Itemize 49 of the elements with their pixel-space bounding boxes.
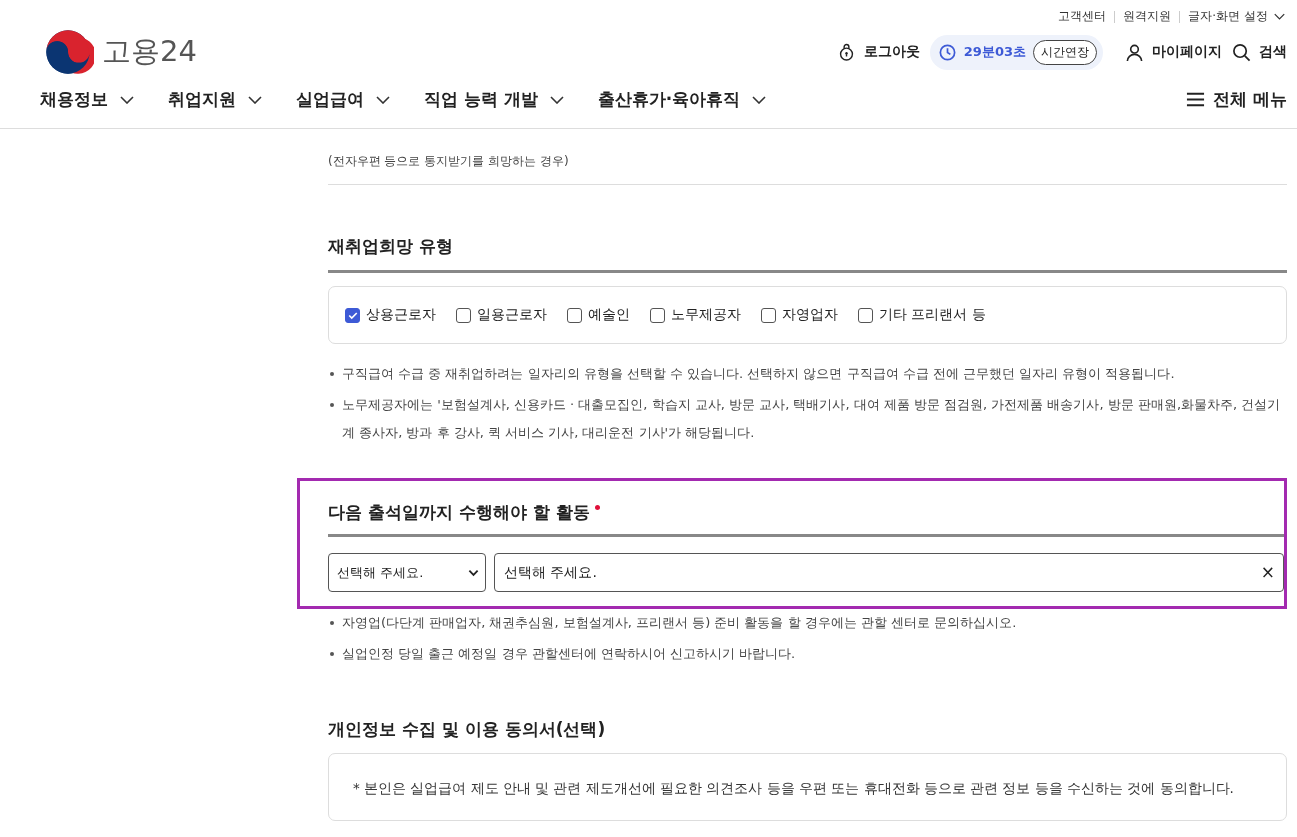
bullet-note: 구직급여 수급 중 재취업하려는 일자리의 유형을 선택할 수 있습니다. 선택하지 않으면 구직급여 수급 전에 근무했던 일자리 유형이 적용됩니다. <box>328 360 1287 388</box>
clock-icon <box>937 42 957 62</box>
nav-menu-item[interactable]: 출산휴가·육아휴직 <box>597 88 767 111</box>
bullet-note: 자영업(다단계 판매업자, 채권추심원, 보험설계사, 프리랜서 등) 준비 활동을 할 경우에는 관할 센터로 문의하십시오. <box>328 609 1287 637</box>
user-icon <box>1125 42 1144 62</box>
nav-menu-item[interactable]: 채용정보 <box>40 88 134 111</box>
nav-menu-item[interactable]: 실업급여 <box>296 88 390 111</box>
checkbox-label[interactable]: 일용근로자 <box>477 306 547 324</box>
section-title: 다음 출석일까지 수행해야 할 활동 <box>328 501 590 524</box>
consent-text: * 본인은 실업급여 제도 안내 및 관련 제도개선에 필요한 의견조사 등을 우편 또는 휴대전화 등으로 관련 정보 등을 수신하는 것에 동의합니다. <box>353 780 1235 798</box>
checkbox[interactable] <box>456 307 471 323</box>
chevron-down-icon <box>752 95 767 104</box>
utility-link[interactable]: 글자·화면 설정 <box>1188 8 1285 25</box>
bullet-note: 노무제공자에는 '보험설계사, 신용카드 · 대출모집인, 학습지 교사, 방문 교사, 택배기사, 대여 제품 방문 점검원, 가전제품 배송기사, 방문 판매원,화물차주, 건설기계 종사자, 방과 후 강사, 퀵 서비스 기사, 대리운전 기사'가 해당됩니다. <box>328 391 1287 447</box>
mypage-button[interactable]: 마이페이지 <box>1125 42 1222 62</box>
activity-select[interactable]: 선택해 주세요. <box>328 553 486 592</box>
checkbox-label[interactable]: 노무제공자 <box>671 306 741 324</box>
checkbox-label[interactable]: 상용근로자 <box>366 306 436 324</box>
search-icon <box>1232 42 1251 62</box>
bullet-note: 실업인정 당일 출근 예정일 경우 관할센터에 연락하시어 신고하시기 바랍니다. <box>328 640 1287 668</box>
utility-link[interactable]: 고객센터 <box>1058 8 1107 25</box>
search-button[interactable]: 검색 <box>1232 42 1287 62</box>
checkbox[interactable] <box>858 307 873 323</box>
checkbox-label[interactable]: 자영업자 <box>782 306 838 324</box>
checkbox[interactable] <box>650 307 665 323</box>
chevron-down-icon <box>549 95 564 104</box>
timer-text: 29분03초 <box>963 43 1026 61</box>
hint-text: (전자우편 등으로 통지받기를 희망하는 경우) <box>328 153 570 170</box>
extend-button[interactable]: 시간연장 <box>1033 39 1097 65</box>
menu-icon <box>1186 90 1206 109</box>
chevron-down-icon <box>248 95 262 104</box>
activity-field[interactable]: 선택해 주세요. × <box>494 553 1284 592</box>
section-title: 개인정보 수집 및 이용 동의서(선택) <box>328 718 607 741</box>
checkbox-label[interactable]: 예술인 <box>588 306 630 324</box>
chevron-down-icon <box>376 95 390 104</box>
nav-menu-item[interactable]: 직업 능력 개발 <box>424 88 564 111</box>
site-logo[interactable]: 고용24 <box>102 32 197 72</box>
chevron-down-icon <box>468 568 479 577</box>
section-title: 재취업희망 유형 <box>328 235 1287 273</box>
all-menu-button[interactable]: 전체 메뉴 <box>1186 88 1287 111</box>
checkbox[interactable] <box>345 307 360 323</box>
chevron-down-icon <box>120 95 134 104</box>
checkbox-label[interactable]: 기타 프리랜서 등 <box>879 306 986 324</box>
checkbox[interactable] <box>567 307 582 323</box>
utility-link[interactable]: 원격지원 <box>1123 8 1172 25</box>
clear-button[interactable]: × <box>1260 564 1275 581</box>
nav-menu-item[interactable]: 취업지원 <box>168 88 262 111</box>
checkbox[interactable] <box>761 307 776 323</box>
logout-button[interactable]: 로그아웃 <box>836 42 920 62</box>
